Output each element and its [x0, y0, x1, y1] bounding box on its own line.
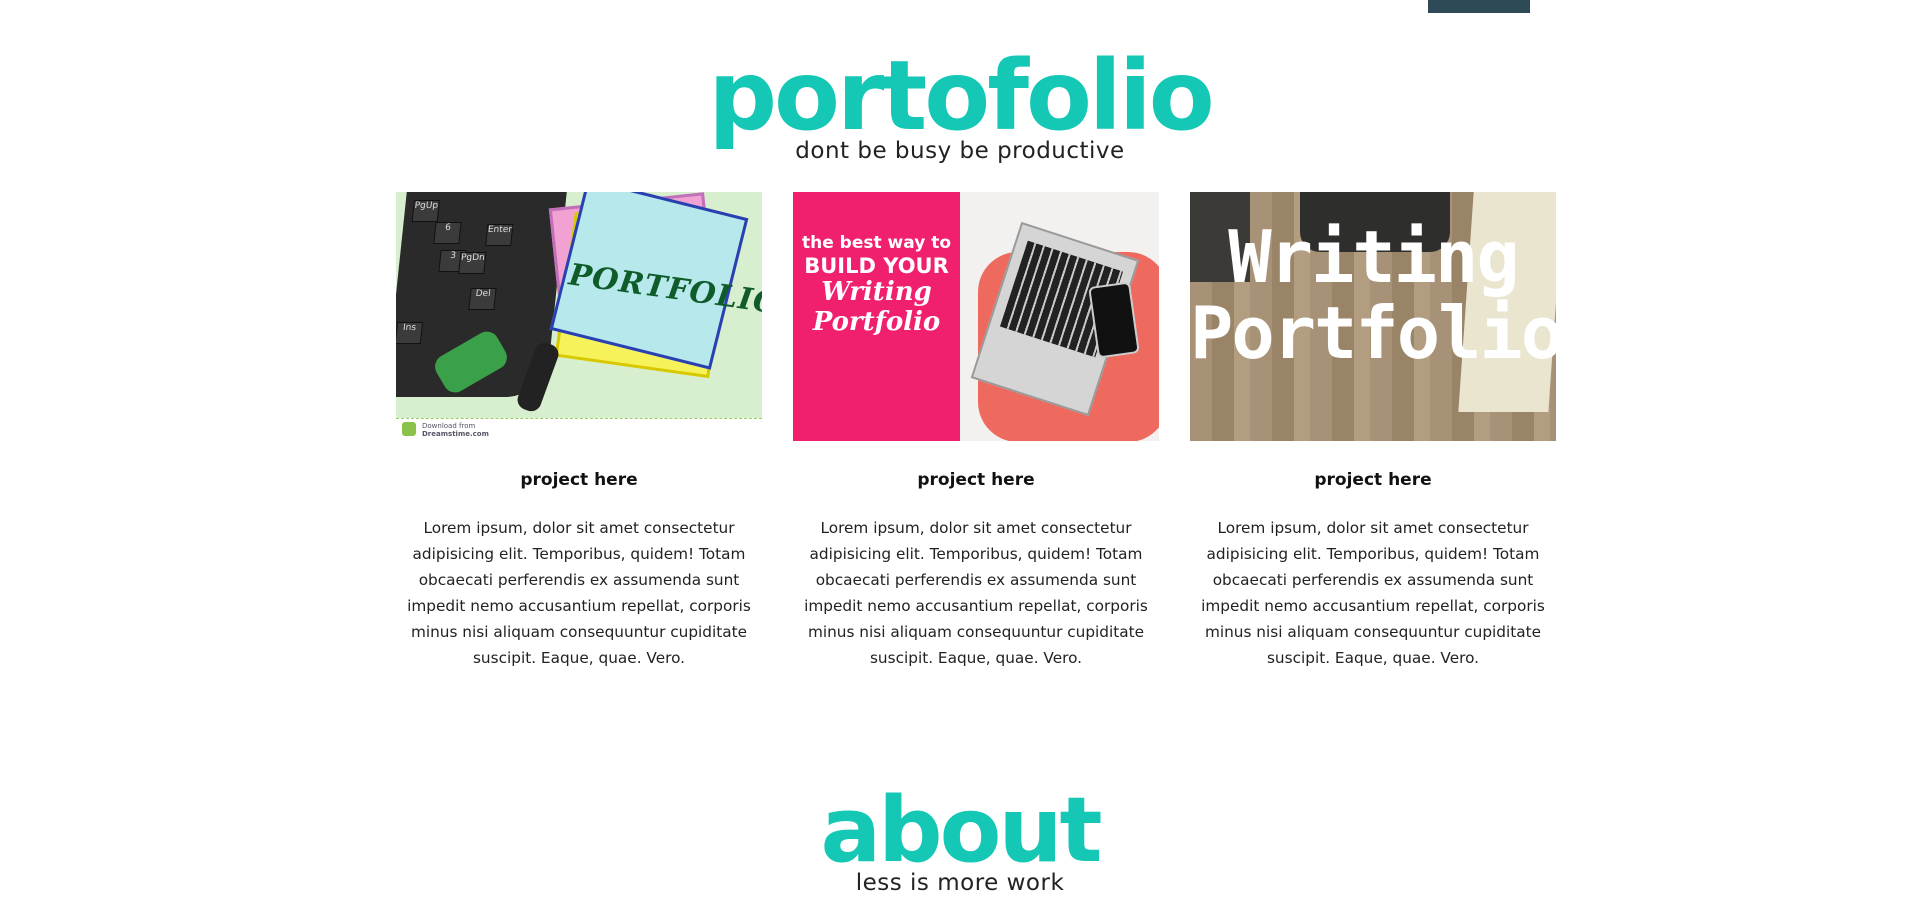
key-label: 6	[433, 222, 462, 244]
about-title: about	[820, 778, 1102, 883]
caption-line: the best way to	[802, 233, 951, 253]
portfolio-header: portofolio dont be busy be productive	[0, 48, 1920, 163]
watermark-line: Download from	[422, 422, 476, 430]
image-watermark-footer: Download from Dreamstime.com	[396, 418, 762, 441]
portfolio-title: portofolio	[708, 40, 1214, 152]
project-card[interactable]: the best way to BUILD YOUR Writing Portf…	[793, 192, 1159, 671]
project-image[interactable]: PgUp 6 Enter 3 PgDn Del Ins PORTFOLIO Do…	[396, 192, 762, 441]
key-label: PgDn	[458, 252, 487, 274]
project-description: Lorem ipsum, dolor sit amet consectetur …	[1201, 519, 1545, 667]
key-label: Ins	[396, 322, 424, 344]
dreamstime-logo-icon	[402, 422, 416, 436]
portfolio-subtitle: dont be busy be productive	[795, 138, 1125, 164]
watermark-text: Download from Dreamstime.com	[422, 422, 489, 438]
project-image[interactable]: Writing Portfolio	[1190, 192, 1556, 441]
project-title: project here	[917, 470, 1035, 490]
project-image[interactable]: the best way to BUILD YOUR Writing Portf…	[793, 192, 1159, 441]
top-nav-button[interactable]	[1428, 0, 1530, 13]
image-caption: Writing Portfolio	[1190, 215, 1556, 375]
project-title: project here	[520, 470, 638, 490]
key-label: Enter	[485, 224, 514, 246]
key-label: Del	[468, 288, 497, 310]
caption-line: Portfolio	[1190, 290, 1556, 375]
project-description: Lorem ipsum, dolor sit amet consectetur …	[407, 519, 751, 667]
about-subtitle: less is more work	[855, 870, 1065, 896]
watermark-line: Dreamstime.com	[422, 430, 489, 438]
project-description: Lorem ipsum, dolor sit amet consectetur …	[804, 519, 1148, 667]
project-title: project here	[1314, 470, 1432, 490]
caption-line: Writing	[1228, 215, 1519, 299]
image-caption: the best way to BUILD YOUR Writing Portf…	[793, 233, 960, 337]
caption-line: Writing	[821, 276, 932, 307]
caption-line: BUILD YOUR	[804, 253, 949, 278]
caption-line: Portfolio	[812, 306, 941, 337]
project-card[interactable]: Writing Portfolio project here Lorem ips…	[1190, 192, 1556, 671]
about-header: about less is more work	[0, 786, 1920, 895]
project-card[interactable]: PgUp 6 Enter 3 PgDn Del Ins PORTFOLIO Do…	[396, 192, 762, 671]
key-label: PgUp	[411, 200, 440, 222]
